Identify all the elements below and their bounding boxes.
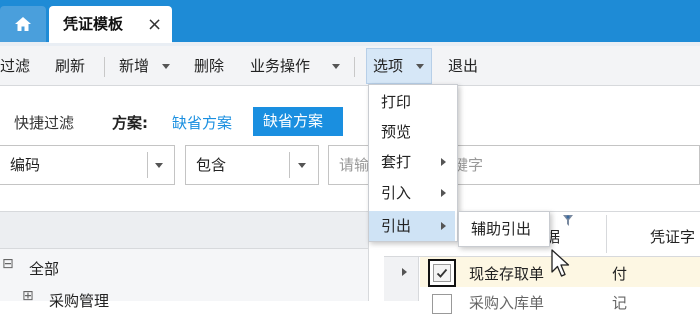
grid-column-header-voucher-word[interactable]: 凭证字	[650, 226, 695, 247]
tree-expand-icon[interactable]: ⊞	[22, 288, 34, 304]
export-submenu: 辅助引出	[458, 211, 550, 247]
menu-item-import-label: 引入	[381, 184, 412, 202]
tree-collapse-icon[interactable]: ⊟	[2, 256, 14, 272]
tree-panel-header	[0, 211, 368, 249]
menu-item-print-label: 打印	[381, 93, 412, 111]
menu-item-import[interactable]: 引入	[369, 178, 455, 208]
tab-voucher-template[interactable]: 凭证模板 ×	[49, 6, 172, 43]
field-select-arrow-icon[interactable]	[155, 163, 163, 168]
operator-select-value: 包含	[196, 156, 227, 174]
tab-close-icon[interactable]: ×	[147, 6, 162, 43]
field-select-divider	[147, 152, 148, 178]
scheme-label: 方案:	[112, 114, 148, 132]
default-scheme-link[interactable]: 缺省方案	[172, 112, 232, 133]
menu-item-export[interactable]: 引出	[369, 211, 455, 241]
keyword-placeholder-left: 请输	[339, 156, 370, 174]
toolbar-separator	[354, 57, 355, 77]
tab-label: 凭证模板	[63, 15, 124, 33]
field-select-value: 编码	[10, 156, 41, 174]
menu-item-assisted-export[interactable]: 辅助引出	[471, 212, 531, 246]
options-dropdown-icon	[416, 64, 424, 69]
home-icon	[15, 17, 31, 31]
new-button[interactable]: 新增	[119, 47, 149, 85]
business-ops-button[interactable]: 业务操作	[250, 47, 310, 85]
delete-button[interactable]: 删除	[194, 47, 224, 85]
submenu-arrow-icon	[441, 189, 446, 197]
default-scheme-active-label: 缺省方案	[263, 112, 324, 130]
operator-select[interactable]: 包含	[185, 145, 319, 185]
tree-node-all[interactable]: 全部	[29, 258, 59, 279]
filter-button[interactable]: 过滤	[0, 47, 30, 85]
row-checkbox[interactable]	[432, 294, 452, 314]
column-filter-icon[interactable]	[562, 214, 574, 228]
checkmark-icon	[436, 268, 448, 278]
field-select[interactable]: 编码	[0, 145, 175, 185]
grid-column-divider	[606, 215, 607, 253]
current-row-indicator-icon	[402, 268, 407, 276]
home-tab[interactable]	[0, 6, 46, 42]
options-button-label: 选项	[373, 57, 404, 75]
operator-select-divider	[289, 152, 290, 178]
new-dropdown-icon[interactable]	[162, 64, 170, 69]
menu-item-export-label: 引出	[381, 217, 412, 235]
grid-row-indicator-column	[384, 257, 419, 301]
mouse-cursor-icon	[551, 249, 570, 277]
menu-item-preview[interactable]: 预览	[369, 117, 455, 147]
options-menu: 打印 预览 套打 引入 引出	[368, 84, 458, 242]
default-scheme-active-button[interactable]: 缺省方案	[253, 107, 343, 136]
submenu-arrow-icon	[441, 158, 446, 166]
row-voucher-word-cell: 付	[612, 265, 628, 283]
refresh-button[interactable]: 刷新	[55, 47, 85, 85]
checkbox-inner	[433, 264, 451, 282]
row-name-cell: 现金存取单	[469, 265, 545, 283]
toolbar	[0, 46, 700, 86]
row-name-cell: 采购入库单	[469, 294, 545, 312]
business-ops-dropdown-icon[interactable]	[332, 64, 340, 69]
toolbar-separator	[104, 57, 105, 77]
menu-item-template-print[interactable]: 套打	[369, 147, 455, 177]
row-voucher-word-cell: 记	[612, 294, 628, 312]
exit-button[interactable]: 退出	[448, 47, 478, 85]
row-checkbox[interactable]	[428, 259, 456, 287]
menu-item-preview-label: 预览	[381, 123, 412, 141]
menu-item-print[interactable]: 打印	[369, 87, 455, 117]
quick-filter-label: 快捷过滤	[14, 114, 75, 132]
submenu-arrow-icon	[441, 222, 446, 230]
menu-item-template-print-label: 套打	[381, 153, 412, 171]
operator-select-arrow-icon[interactable]	[298, 163, 306, 168]
